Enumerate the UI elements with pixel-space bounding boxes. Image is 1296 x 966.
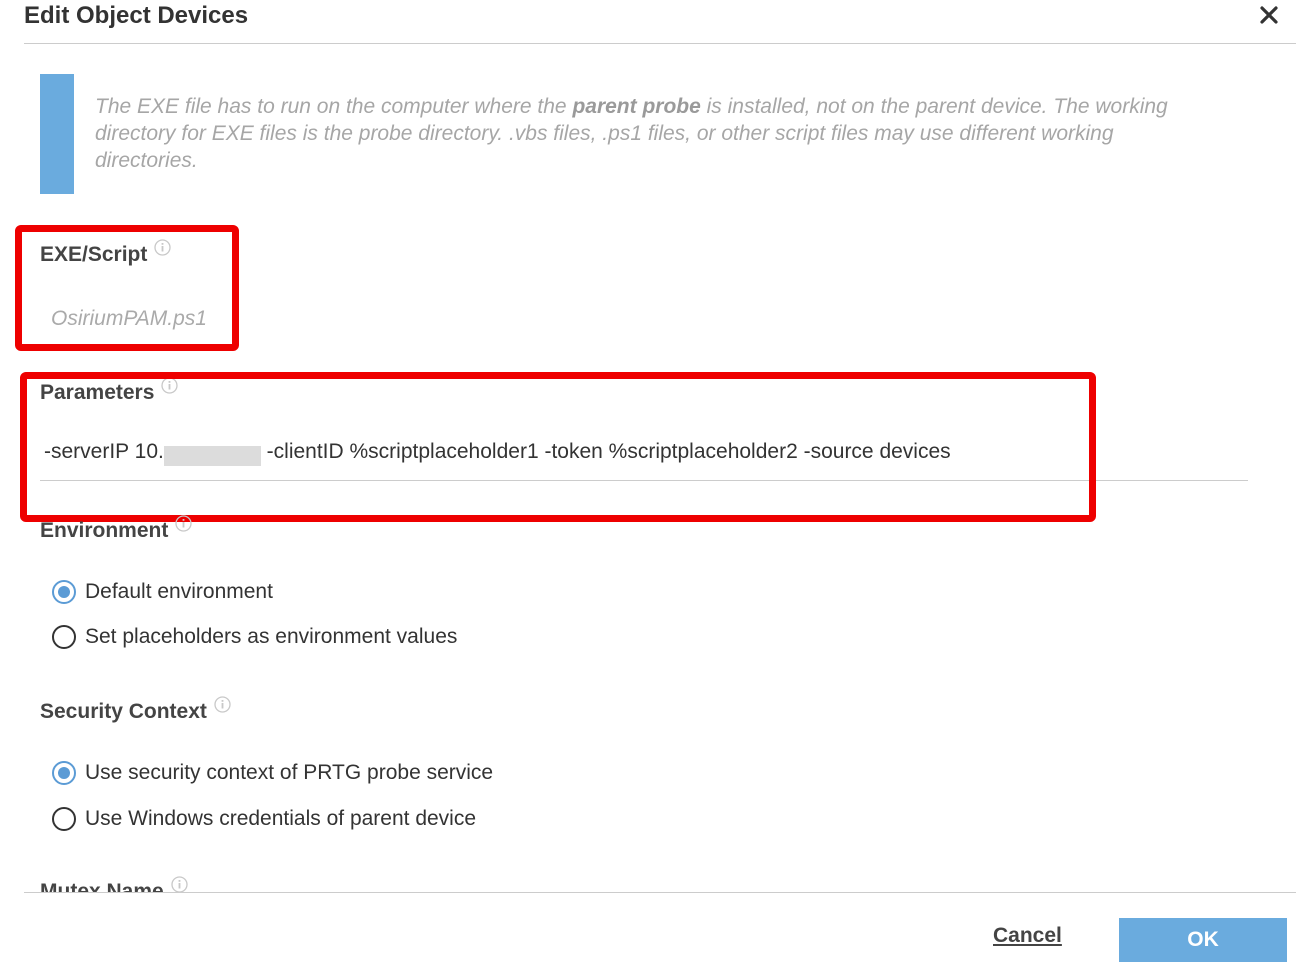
environment-label-text: Environment (40, 519, 169, 542)
mutex-name-label: Mutex Name (40, 876, 188, 892)
radio-label: Use security context of PRTG probe servi… (85, 761, 494, 784)
parameters-highlight-box (20, 372, 1096, 522)
info-text-part1: The EXE file has to run on the computer … (95, 95, 573, 118)
radio-button[interactable] (52, 625, 76, 649)
dialog-title: Edit Object Devices (24, 2, 249, 29)
mutex-name-label-text: Mutex Name (40, 880, 164, 892)
radio-default-environment[interactable]: Default environment (52, 580, 273, 604)
close-icon (1260, 6, 1278, 24)
radio-windows-credentials[interactable]: Use Windows credentials of parent device (52, 807, 476, 831)
info-message: The EXE file has to run on the computer … (95, 93, 1215, 174)
mutex-name-clip: Mutex Name (40, 876, 440, 892)
footer-divider (24, 892, 1296, 893)
info-text-bold: parent probe (572, 95, 701, 118)
info-icon[interactable] (171, 876, 188, 892)
close-button[interactable] (1256, 2, 1282, 28)
cancel-button[interactable]: Cancel (993, 924, 1062, 948)
info-icon[interactable] (214, 695, 231, 713)
security-context-label-text: Security Context (40, 700, 207, 723)
ok-button[interactable]: OK (1119, 918, 1287, 962)
radio-label: Default environment (85, 580, 273, 603)
header-divider (24, 43, 1296, 44)
radio-button-checked[interactable] (52, 580, 76, 604)
info-icon[interactable] (175, 514, 193, 532)
edit-object-dialog: Edit Object Devices The EXE file has to … (0, 0, 1296, 966)
radio-label: Use Windows credentials of parent device (85, 807, 477, 830)
exe-script-highlight-box (15, 225, 239, 351)
radio-button[interactable] (52, 807, 76, 831)
radio-label: Set placeholders as environment values (85, 625, 458, 648)
info-accent-bar (40, 74, 74, 194)
security-context-label: Security Context (40, 695, 231, 724)
radio-button-checked[interactable] (52, 761, 76, 785)
radio-placeholders-environment[interactable]: Set placeholders as environment values (52, 625, 457, 649)
environment-label: Environment (40, 514, 193, 543)
radio-prtg-probe-context[interactable]: Use security context of PRTG probe servi… (52, 761, 493, 785)
